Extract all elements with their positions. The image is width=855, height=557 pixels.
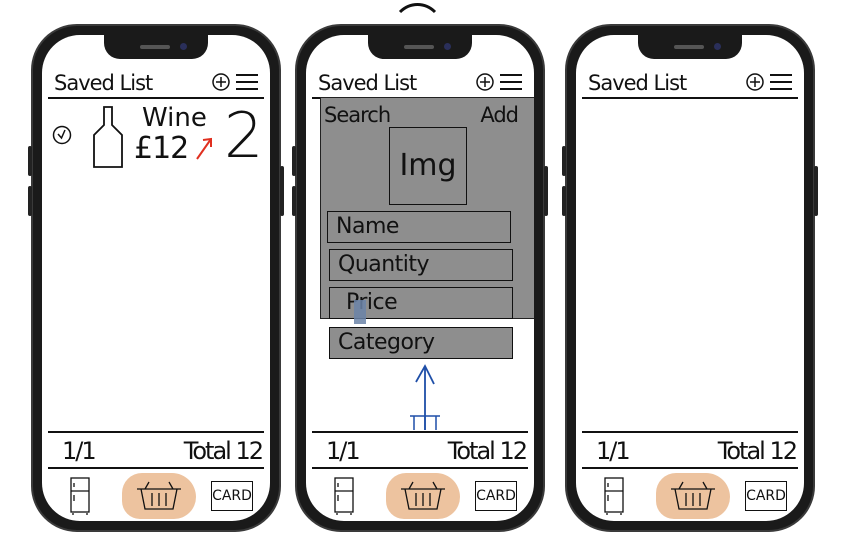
category-field[interactable]: Category <box>329 327 513 359</box>
basket-icon[interactable] <box>399 481 447 511</box>
hamburger-menu-icon[interactable] <box>769 73 793 91</box>
image-placeholder[interactable]: Img <box>389 127 467 205</box>
footer-divider-bottom <box>312 467 528 469</box>
card-button[interactable]: CARD <box>745 481 787 511</box>
item-price: £12 <box>134 131 189 166</box>
plus-circle-icon[interactable] <box>746 73 764 91</box>
footer-divider-bottom <box>582 467 798 469</box>
total-label: Total 12 <box>447 437 528 465</box>
image-placeholder-label: Img <box>399 148 457 183</box>
total-label: Total 12 <box>717 437 798 465</box>
page-count: 1/1 <box>326 437 361 465</box>
item-quantity: 2 <box>224 99 264 172</box>
notch <box>368 35 472 59</box>
check-circle-icon[interactable] <box>52 125 72 145</box>
hamburger-menu-icon[interactable] <box>235 73 259 91</box>
hamburger-menu-icon[interactable] <box>499 73 523 91</box>
total-label: Total 12 <box>183 437 264 465</box>
phone-mockup-empty-list: Saved List 1/1 Total 12 CARD <box>562 24 818 532</box>
add-button[interactable]: Add <box>480 103 519 127</box>
scribble-mark <box>398 3 437 14</box>
page-title: Saved List <box>588 71 687 95</box>
increase-arrow-icon[interactable] <box>194 135 216 161</box>
phone-mockup-add-item: Saved List Search Add Img Name Quantity … <box>292 24 548 532</box>
bottle-icon <box>93 106 123 168</box>
page-title: Saved List <box>54 71 153 95</box>
card-button[interactable]: CARD <box>211 481 253 511</box>
phone-screen: Saved List Search Add Img Name Quantity … <box>306 35 534 521</box>
page-title: Saved List <box>318 71 417 95</box>
fridge-icon[interactable] <box>334 477 354 515</box>
phone-screen: Saved List Wine £12 2 1/1 Total 12 CARD <box>42 35 270 521</box>
basket-icon[interactable] <box>669 481 717 511</box>
footer-divider-top <box>582 431 798 433</box>
header-divider <box>582 97 798 99</box>
fridge-icon[interactable] <box>604 477 624 515</box>
plus-circle-icon[interactable] <box>476 73 494 91</box>
text-cursor <box>354 300 366 324</box>
footer-divider-bottom <box>48 467 264 469</box>
notch <box>104 35 208 59</box>
quantity-field[interactable]: Quantity <box>329 249 513 281</box>
page-count: 1/1 <box>62 437 97 465</box>
card-button[interactable]: CARD <box>475 481 517 511</box>
swipe-up-arrow-icon <box>410 364 440 430</box>
search-button[interactable]: Search <box>324 103 391 127</box>
page-count: 1/1 <box>596 437 631 465</box>
footer-divider-top <box>312 431 528 433</box>
phone-screen: Saved List 1/1 Total 12 CARD <box>576 35 804 521</box>
phone-mockup-saved-list-item: Saved List Wine £12 2 1/1 Total 12 CARD <box>28 24 284 532</box>
name-field[interactable]: Name <box>327 211 511 243</box>
plus-circle-icon[interactable] <box>212 73 230 91</box>
item-name: Wine <box>142 103 207 133</box>
fridge-icon[interactable] <box>70 477 90 515</box>
basket-icon[interactable] <box>135 481 183 511</box>
notch <box>638 35 742 59</box>
footer-divider-top <box>48 431 264 433</box>
